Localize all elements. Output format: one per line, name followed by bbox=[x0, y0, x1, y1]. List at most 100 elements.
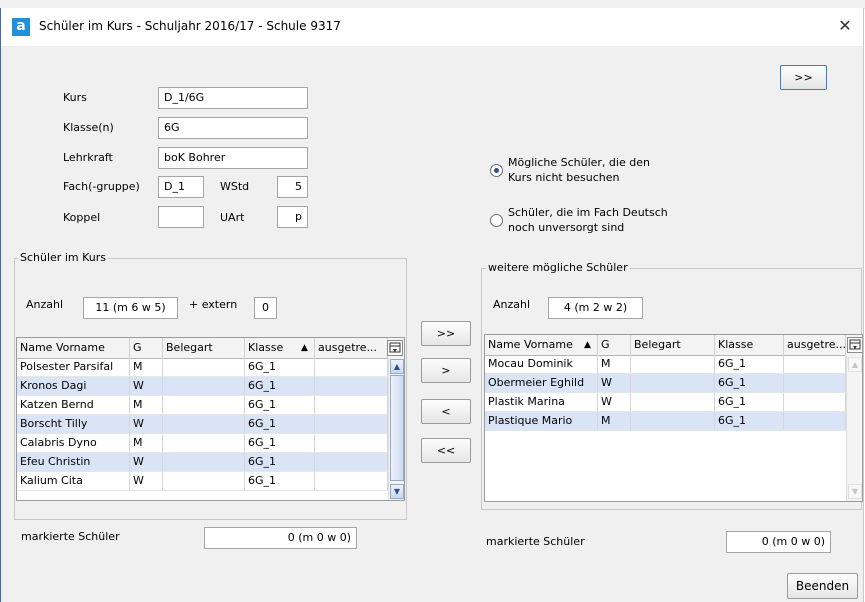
column-picker-icon[interactable] bbox=[387, 340, 403, 356]
option-unsupplied-radio[interactable] bbox=[490, 214, 503, 227]
column-header-ausgetreten[interactable]: ausgetre... bbox=[784, 335, 846, 355]
move-all-left-button[interactable]: << bbox=[421, 438, 471, 463]
right-count-label: Anzahl bbox=[493, 298, 531, 311]
column-header-belegart[interactable]: Belegart bbox=[163, 338, 245, 358]
move-all-right-button[interactable]: >> bbox=[421, 321, 471, 346]
option-not-attending-radio[interactable] bbox=[490, 164, 503, 177]
table-header: Name Vorname ▲ G Belegart Klasse ausgetre… bbox=[485, 335, 862, 356]
cell-name: Katzen Bernd bbox=[17, 396, 130, 414]
top-transfer-button[interactable]: >> bbox=[780, 65, 827, 90]
right-marked-label: markierte Schüler bbox=[486, 535, 585, 548]
column-header-name[interactable]: Name Vorname ▲ bbox=[485, 335, 598, 355]
table-row[interactable]: Mocau Dominik M 6G_1 bbox=[485, 355, 846, 374]
table-row[interactable]: Kalium Cita W 6G_1 bbox=[17, 472, 388, 491]
scroll-down-icon[interactable]: ▼ bbox=[390, 484, 404, 499]
koppel-field[interactable] bbox=[158, 206, 204, 228]
option-unsupplied-label[interactable]: Schüler, die im Fach Deutsch noch unverso… bbox=[508, 205, 668, 235]
right-marked-field: 0 (m 0 w 0) bbox=[726, 531, 831, 553]
cell-klasse: 6G_1 bbox=[245, 453, 315, 471]
cell-ausgetreten bbox=[784, 374, 846, 392]
cell-ausgetreten bbox=[784, 412, 846, 430]
scroll-up-icon[interactable]: ▲ bbox=[390, 359, 404, 374]
column-header-klasse[interactable]: Klasse ▲ bbox=[245, 338, 315, 358]
table-row[interactable]: Plastique Mario M 6G_1 bbox=[485, 412, 846, 431]
uart-label: UArt bbox=[220, 211, 245, 224]
cell-belegart bbox=[163, 453, 245, 471]
klasse-field[interactable]: 6G bbox=[158, 117, 308, 139]
move-one-right-button[interactable]: > bbox=[421, 358, 471, 383]
close-icon[interactable]: ✕ bbox=[833, 14, 857, 38]
option-not-attending-label[interactable]: Mögliche Schüler, die dennoch unversorgt… bbox=[508, 155, 650, 185]
cell-name: Plastique Mario bbox=[485, 412, 598, 430]
table-header: Name Vorname G Belegart Klasse ▲ ausgetre… bbox=[17, 338, 404, 359]
column-header-g[interactable]: G bbox=[598, 335, 631, 355]
cell-g: M bbox=[130, 396, 163, 414]
cell-belegart bbox=[163, 472, 245, 490]
cell-belegart bbox=[163, 434, 245, 452]
left-count-field: 11 (m 6 w 5) bbox=[83, 297, 178, 319]
table-row[interactable]: Obermeier Eghild W 6G_1 bbox=[485, 374, 846, 393]
cell-ausgetreten bbox=[315, 396, 388, 414]
lehrkraft-field[interactable]: boK Bohrer bbox=[158, 147, 308, 169]
close-button[interactable]: Beenden bbox=[787, 573, 858, 599]
column-header-klasse[interactable]: Klasse bbox=[715, 335, 784, 355]
cell-name: Borscht Tilly bbox=[17, 415, 130, 433]
cell-klasse: 6G_1 bbox=[715, 412, 784, 430]
column-header-g[interactable]: G bbox=[130, 338, 163, 358]
table-row[interactable]: Efeu Christin W 6G_1 bbox=[17, 453, 388, 472]
cell-belegart bbox=[163, 377, 245, 395]
table-row[interactable]: Borscht Tilly W 6G_1 bbox=[17, 415, 388, 434]
kurs-label: Kurs bbox=[63, 91, 87, 104]
scroll-up-icon[interactable]: ▲ bbox=[848, 357, 862, 372]
cell-klasse: 6G_1 bbox=[715, 393, 784, 411]
cell-ausgetreten bbox=[315, 434, 388, 452]
extern-field: 0 bbox=[254, 297, 277, 319]
further-students-title: weitere mögliche Schüler bbox=[486, 261, 630, 274]
cell-klasse: 6G_1 bbox=[715, 374, 784, 392]
cell-name: Calabris Dyno bbox=[17, 434, 130, 452]
wstd-field[interactable]: 5 bbox=[277, 176, 308, 198]
column-header-name[interactable]: Name Vorname bbox=[17, 338, 130, 358]
app-logo-icon: a bbox=[12, 18, 30, 36]
koppel-label: Koppel bbox=[63, 211, 101, 224]
table-row[interactable]: Kronos Dagi W 6G_1 bbox=[17, 377, 388, 396]
students-in-course-table: Name Vorname G Belegart Klasse ▲ ausgetre… bbox=[16, 337, 405, 501]
fach-label: Fach(-gruppe) bbox=[63, 180, 140, 193]
column-picker-icon[interactable] bbox=[847, 337, 862, 353]
cell-g: W bbox=[598, 374, 631, 392]
column-header-belegart[interactable]: Belegart bbox=[631, 335, 715, 355]
scroll-thumb[interactable] bbox=[390, 375, 404, 481]
cell-klasse: 6G_1 bbox=[245, 415, 315, 433]
cell-belegart bbox=[631, 412, 715, 430]
right-scrollbar[interactable]: ▲ ▼ bbox=[846, 355, 862, 501]
cell-ausgetreten bbox=[315, 358, 388, 376]
cell-g: M bbox=[598, 355, 631, 373]
table-row[interactable]: Plastik Marina W 6G_1 bbox=[485, 393, 846, 412]
cell-name: Efeu Christin bbox=[17, 453, 130, 471]
cell-g: W bbox=[130, 415, 163, 433]
cell-ausgetreten bbox=[315, 415, 388, 433]
scroll-down-icon[interactable]: ▼ bbox=[848, 484, 862, 499]
fach-field[interactable]: D_1 bbox=[158, 176, 204, 198]
uart-field[interactable]: p bbox=[277, 206, 308, 228]
cell-name: Polsester Parsifal bbox=[17, 358, 130, 376]
table-row[interactable]: Calabris Dyno M 6G_1 bbox=[17, 434, 388, 453]
table-row[interactable]: Katzen Bernd M 6G_1 bbox=[17, 396, 388, 415]
cell-klasse: 6G_1 bbox=[245, 358, 315, 376]
dialog-window: a Schüler im Kurs - Schuljahr 2016/17 - … bbox=[0, 8, 864, 602]
cell-klasse: 6G_1 bbox=[245, 396, 315, 414]
move-one-left-button[interactable]: < bbox=[421, 399, 471, 424]
cell-belegart bbox=[163, 358, 245, 376]
table-row[interactable]: Polsester Parsifal M 6G_1 bbox=[17, 358, 388, 377]
cell-name: Kronos Dagi bbox=[17, 377, 130, 395]
students-in-course-title: Schüler im Kurs bbox=[18, 251, 108, 264]
cell-g: M bbox=[598, 412, 631, 430]
column-header-ausgetreten[interactable]: ausgetre... bbox=[315, 338, 388, 358]
cell-g: M bbox=[130, 434, 163, 452]
kurs-field[interactable]: D_1/6G bbox=[158, 87, 308, 109]
cell-belegart bbox=[631, 374, 715, 392]
klasse-label: Klasse(n) bbox=[63, 121, 114, 134]
cell-belegart bbox=[631, 355, 715, 373]
left-scrollbar[interactable]: ▲ ▼ bbox=[388, 358, 404, 500]
sort-ascending-icon: ▲ bbox=[584, 340, 591, 350]
